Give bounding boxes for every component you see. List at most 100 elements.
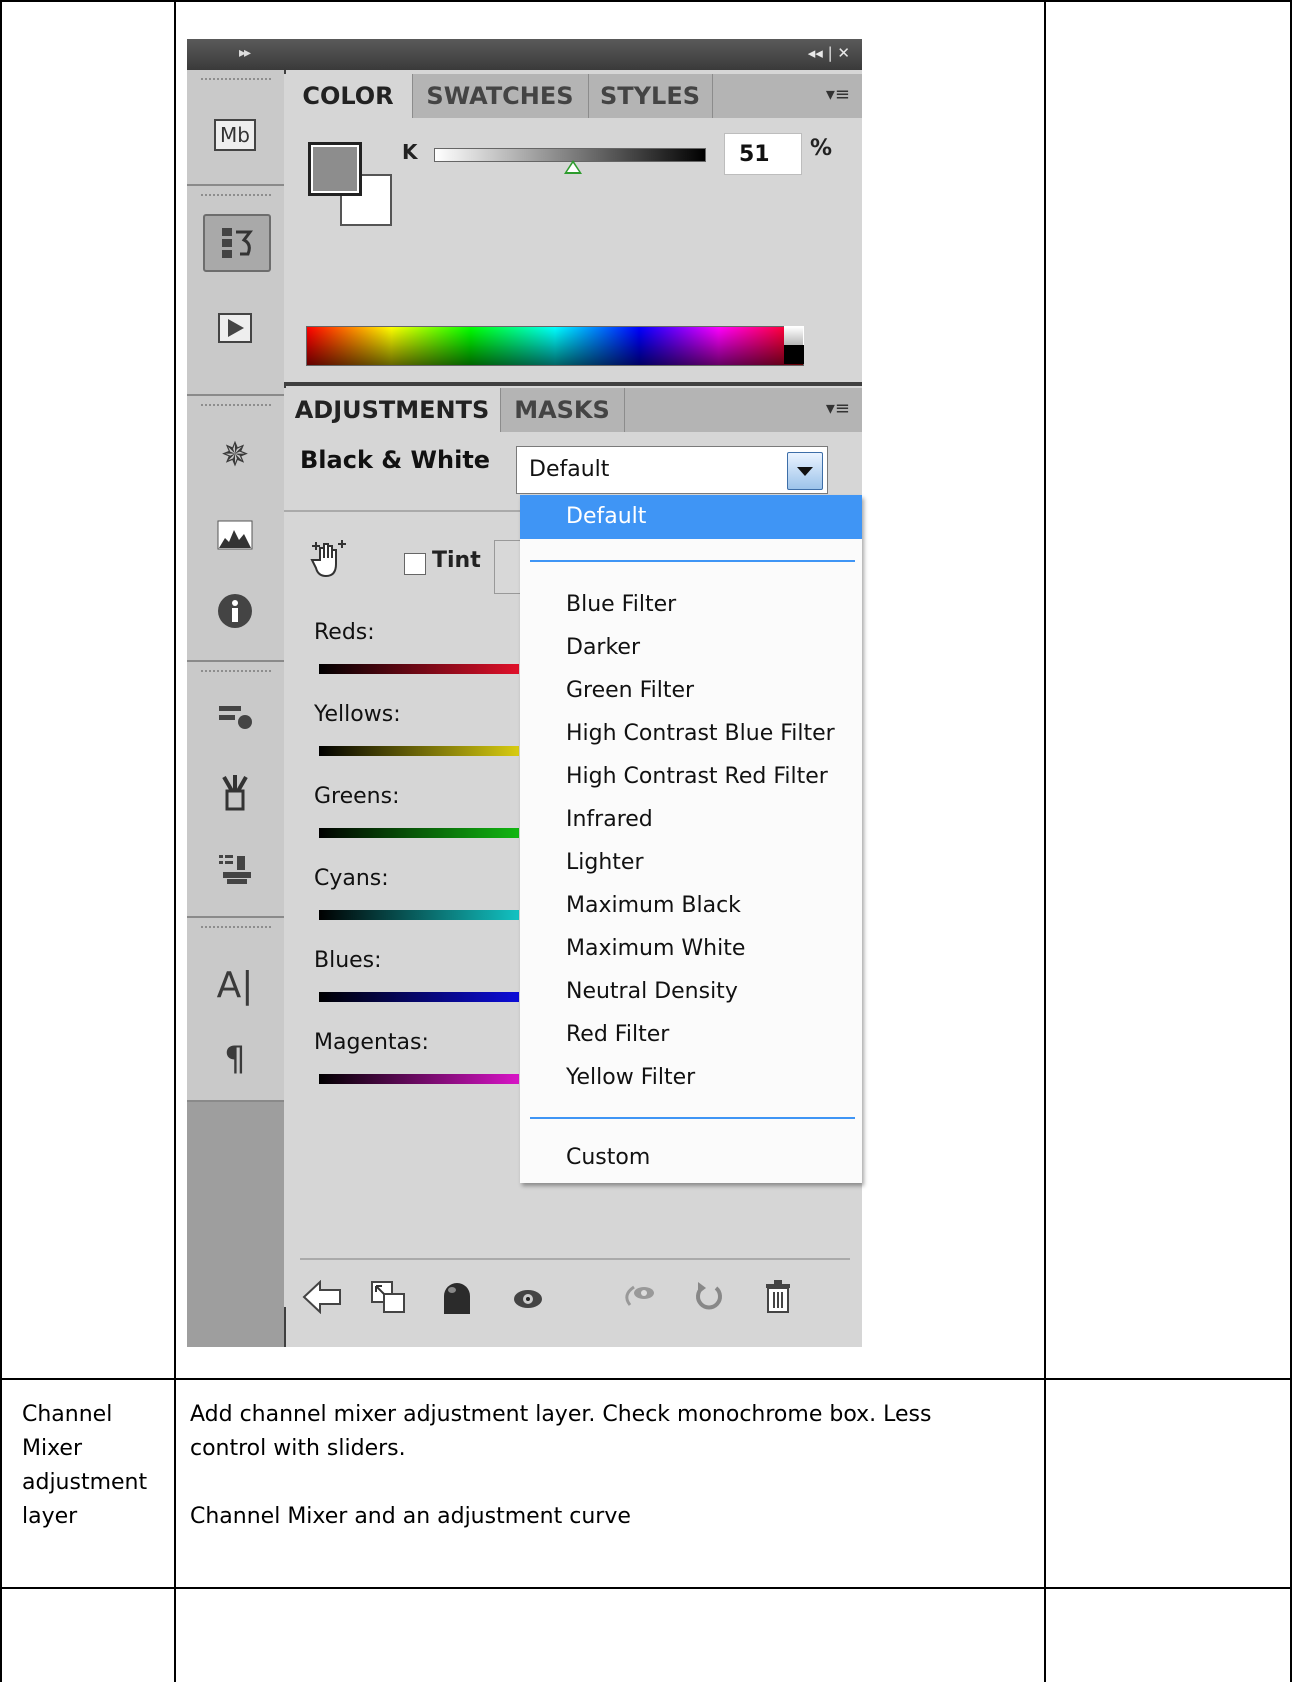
dropdown-option[interactable]: Lighter xyxy=(566,850,643,875)
description-line: control with sliders. xyxy=(190,1436,406,1461)
k-percent-sign: % xyxy=(810,136,833,161)
tab-styles[interactable]: STYLES xyxy=(588,74,713,118)
adjustment-name: Black & White xyxy=(300,446,491,474)
slider-blues[interactable] xyxy=(319,992,519,1002)
view-previous-icon[interactable] xyxy=(622,1280,658,1320)
slider-greens[interactable] xyxy=(319,828,519,838)
dock-group-5: A| ¶ xyxy=(187,918,284,1102)
mini-bridge-icon[interactable]: Mb xyxy=(203,108,267,162)
panel-separator[interactable] xyxy=(284,382,862,386)
slider-label-greens: Greens: xyxy=(314,784,400,809)
table-border-top xyxy=(0,0,1292,2)
tab-swatches[interactable]: SWATCHES xyxy=(412,74,589,118)
adjustments-panel-tabs: ADJUSTMENTS MASKS ▾≡ xyxy=(284,388,862,433)
slider-cyans[interactable] xyxy=(319,910,519,920)
dropdown-option[interactable]: Neutral Density xyxy=(566,979,738,1004)
dropdown-option[interactable]: Yellow Filter xyxy=(566,1065,695,1090)
dropdown-option[interactable]: Maximum White xyxy=(566,936,745,961)
preset-select[interactable]: Default xyxy=(516,446,828,494)
panel-menu-icon[interactable]: ▾≡ xyxy=(826,398,850,419)
grip-icon[interactable] xyxy=(201,404,271,410)
slider-magentas[interactable] xyxy=(319,1074,519,1084)
dropdown-option-custom[interactable]: Custom xyxy=(566,1145,650,1170)
layer-mask-icon[interactable] xyxy=(442,1280,472,1325)
preset-dropdown-menu: Default Blue Filter Darker Green Filter … xyxy=(520,495,862,1183)
black-white-ramp[interactable] xyxy=(784,326,804,364)
character-icon[interactable]: A| xyxy=(203,958,267,1012)
k-value-input[interactable]: 51 xyxy=(724,133,802,175)
dropdown-option[interactable]: Red Filter xyxy=(566,1022,669,1047)
brushes-icon[interactable] xyxy=(203,766,267,820)
clone-source-icon[interactable] xyxy=(203,842,267,896)
dock-group-2 xyxy=(187,186,284,396)
collapse-close-icons[interactable]: ◂◂ | ✕ xyxy=(808,44,850,62)
foreground-color-swatch-top[interactable] xyxy=(308,142,362,196)
dropdown-option[interactable]: High Contrast Red Filter xyxy=(566,764,828,789)
dropdown-option[interactable]: Darker xyxy=(566,635,640,660)
trash-icon[interactable] xyxy=(764,1280,792,1323)
dock-group-1: Mb xyxy=(187,70,284,186)
grip-icon[interactable] xyxy=(201,194,271,200)
table-cell-title: Channel Mixer adjustment layer xyxy=(22,1398,147,1534)
dropdown-separator xyxy=(530,560,855,562)
tint-label: Tint xyxy=(432,548,481,573)
clip-layer-icon[interactable] xyxy=(370,1280,406,1323)
table-row-divider-2 xyxy=(0,1587,1292,1589)
cell-title-line: Channel xyxy=(22,1402,113,1427)
dock-group-3: ✵ xyxy=(187,396,284,662)
slider-label-cyans: Cyans: xyxy=(314,866,389,891)
brush-presets-icon[interactable] xyxy=(203,690,267,744)
reset-icon[interactable] xyxy=(694,1280,724,1321)
cell-title-line: adjustment xyxy=(22,1470,148,1495)
dropdown-arrow-icon[interactable] xyxy=(787,452,823,490)
panel-menu-icon[interactable]: ▾≡ xyxy=(826,84,850,105)
slider-label-yellows: Yellows: xyxy=(314,702,401,727)
divider xyxy=(300,1258,850,1260)
paragraph-icon[interactable]: ¶ xyxy=(203,1032,267,1086)
mini-bridge-label: Mb xyxy=(214,119,256,151)
k-channel-label: K xyxy=(402,140,418,164)
table-row-divider-1 xyxy=(0,1378,1292,1380)
cell-title-line: layer xyxy=(22,1504,78,1529)
tint-checkbox[interactable] xyxy=(404,553,426,575)
color-panel-tabs: COLOR SWATCHES STYLES ▾≡ xyxy=(284,74,862,119)
tab-masks[interactable]: MASKS xyxy=(500,388,625,432)
grip-icon[interactable] xyxy=(201,78,271,84)
back-arrow-icon[interactable] xyxy=(302,1279,342,1323)
preset-select-value: Default xyxy=(529,457,610,482)
info-icon[interactable] xyxy=(203,584,267,638)
slider-yellows[interactable] xyxy=(319,746,519,756)
cell-title-line: Mixer xyxy=(22,1436,83,1461)
k-slider-thumb[interactable] xyxy=(563,160,582,174)
table-border-left xyxy=(0,0,2,1682)
panel-titlebar: ▸▸ ◂◂ | ✕ xyxy=(187,39,862,70)
dropdown-option[interactable]: High Contrast Blue Filter xyxy=(566,721,835,746)
slider-label-reds: Reds: xyxy=(314,620,375,645)
slider-label-magentas: Magentas: xyxy=(314,1030,429,1055)
targeted-adjustment-hand-icon[interactable] xyxy=(310,540,348,589)
slider-label-blues: Blues: xyxy=(314,948,382,973)
description-line: Add channel mixer adjustment layer. Chec… xyxy=(190,1402,932,1427)
table-border-col1 xyxy=(174,0,176,1682)
dropdown-separator xyxy=(530,1117,855,1119)
dropdown-option[interactable]: Green Filter xyxy=(566,678,694,703)
dropdown-option-selected[interactable]: Default xyxy=(520,495,862,539)
tab-color[interactable]: COLOR xyxy=(284,74,413,118)
grip-icon[interactable] xyxy=(201,926,271,932)
table-border-col2 xyxy=(1044,0,1046,1682)
expand-panels-icon[interactable]: ▸▸ xyxy=(239,45,251,61)
dock-group-4 xyxy=(187,662,284,918)
histogram-icon[interactable] xyxy=(203,508,267,562)
dropdown-option[interactable]: Infrared xyxy=(566,807,653,832)
history-icon[interactable] xyxy=(203,214,271,272)
dropdown-option[interactable]: Maximum Black xyxy=(566,893,741,918)
color-spectrum-ramp[interactable] xyxy=(306,326,804,366)
table-cell-description: Add channel mixer adjustment layer. Chec… xyxy=(190,1398,931,1534)
navigator-icon[interactable]: ✵ xyxy=(203,428,267,482)
dropdown-option[interactable]: Blue Filter xyxy=(566,592,676,617)
tab-adjustments[interactable]: ADJUSTMENTS xyxy=(284,388,501,432)
slider-reds[interactable] xyxy=(319,664,519,674)
grip-icon[interactable] xyxy=(201,670,271,676)
actions-icon[interactable] xyxy=(203,301,267,355)
visibility-eye-icon[interactable] xyxy=(512,1280,544,1320)
